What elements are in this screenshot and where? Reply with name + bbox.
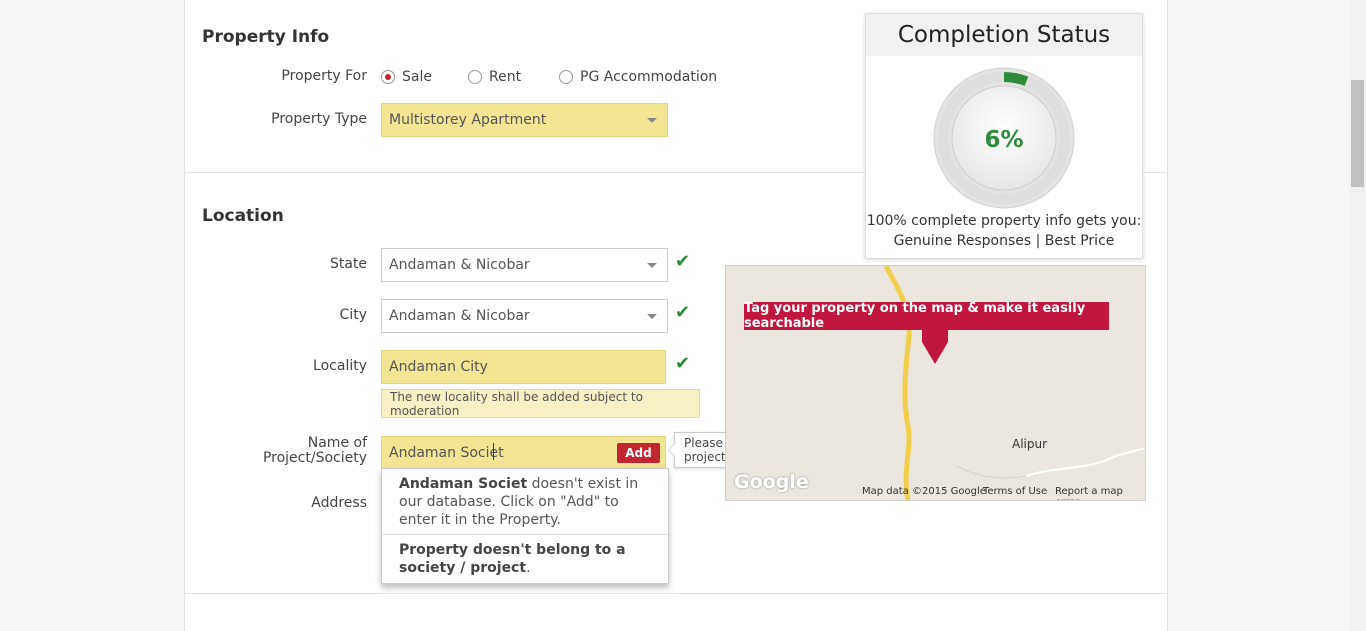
dropdown-item-no-society-bold: Property doesn't belong to a society / p… — [399, 542, 626, 576]
map-data-text: Map data ©2015 Google — [862, 486, 986, 497]
add-society-button[interactable]: Add — [617, 443, 660, 463]
radio-sale[interactable]: Sale — [381, 69, 432, 85]
radio-pg-dot[interactable] — [559, 70, 573, 84]
locality-input[interactable]: Andaman City — [381, 350, 666, 384]
completion-benefit-line1: 100% complete property info gets you: — [866, 213, 1142, 229]
property-for-label: Property For — [281, 68, 367, 84]
completion-gauge: 6% — [933, 67, 1075, 209]
property-type-select[interactable]: Multistorey Apartment — [381, 103, 668, 137]
property-info-title: Property Info — [202, 27, 330, 47]
city-label: City — [339, 307, 367, 323]
radio-rent[interactable]: Rent — [468, 69, 521, 85]
text-cursor — [493, 443, 494, 460]
radio-rent-dot[interactable] — [468, 70, 482, 84]
completion-percent: 6% — [984, 127, 1023, 153]
dropdown-item-no-society[interactable]: Property doesn't belong to a society / p… — [399, 541, 654, 577]
map-place-label: Alipur — [1012, 437, 1048, 451]
property-type-value: Multistorey Apartment — [389, 112, 547, 128]
chevron-down-icon — [647, 314, 657, 319]
locality-label: Locality — [313, 358, 367, 374]
locality-value: Andaman City — [389, 359, 488, 375]
state-value: Andaman & Nicobar — [389, 257, 530, 273]
project-society-value: Andaman Societ — [389, 445, 504, 461]
state-check-icon: ✔ — [675, 251, 691, 272]
project-label: Name of Project/Society — [240, 436, 367, 466]
completion-status-card: Completion Status 6% 100% complete prope… — [865, 13, 1143, 259]
map-terms-link[interactable]: Terms of Use — [983, 486, 1047, 497]
location-title: Location — [202, 206, 284, 226]
locality-moderation-note: The new locality shall be added subject … — [381, 389, 700, 418]
property-map[interactable]: Tag your property on the map & make it e… — [725, 265, 1146, 501]
radio-pg-label: PG Accommodation — [580, 69, 718, 85]
google-logo: Google — [734, 471, 809, 493]
city-value: Andaman & Nicobar — [389, 308, 530, 324]
dropdown-item-society-name: Andaman Societ — [399, 476, 528, 492]
property-type-label: Property Type — [271, 111, 367, 127]
city-select[interactable]: Andaman & Nicobar — [381, 299, 668, 333]
dropdown-item-no-society-text: . — [526, 560, 531, 576]
chevron-down-icon — [647, 263, 657, 268]
state-select[interactable]: Andaman & Nicobar — [381, 248, 668, 282]
chevron-down-icon — [647, 118, 657, 123]
map-report-link[interactable]: Report a map error — [1055, 486, 1145, 500]
society-suggestion-dropdown: Andaman Societ doesn't exist in our data… — [381, 468, 669, 584]
map-pin-icon[interactable] — [920, 328, 950, 364]
radio-sale-label: Sale — [402, 69, 432, 85]
radio-rent-label: Rent — [489, 69, 522, 85]
radio-sale-dot[interactable] — [381, 70, 395, 84]
locality-check-icon: ✔ — [675, 353, 691, 374]
address-label: Address — [311, 495, 367, 511]
completion-status-title: Completion Status — [866, 14, 1142, 56]
dropdown-divider — [382, 534, 668, 535]
project-label-line1: Name of — [307, 435, 367, 451]
page-scrollbar[interactable] — [1349, 0, 1366, 631]
section-divider — [184, 593, 1166, 594]
state-label: State — [329, 256, 367, 272]
project-label-line2: Project/Society — [262, 450, 367, 466]
map-banner: Tag your property on the map & make it e… — [744, 301, 1109, 331]
completion-benefit-line2: Genuine Responses | Best Price — [893, 233, 1115, 249]
dropdown-item-not-exist[interactable]: Andaman Societ doesn't exist in our data… — [399, 475, 654, 529]
scrollbar-thumb[interactable] — [1351, 80, 1364, 187]
radio-pg[interactable]: PG Accommodation — [559, 69, 717, 85]
city-check-icon: ✔ — [675, 302, 691, 323]
